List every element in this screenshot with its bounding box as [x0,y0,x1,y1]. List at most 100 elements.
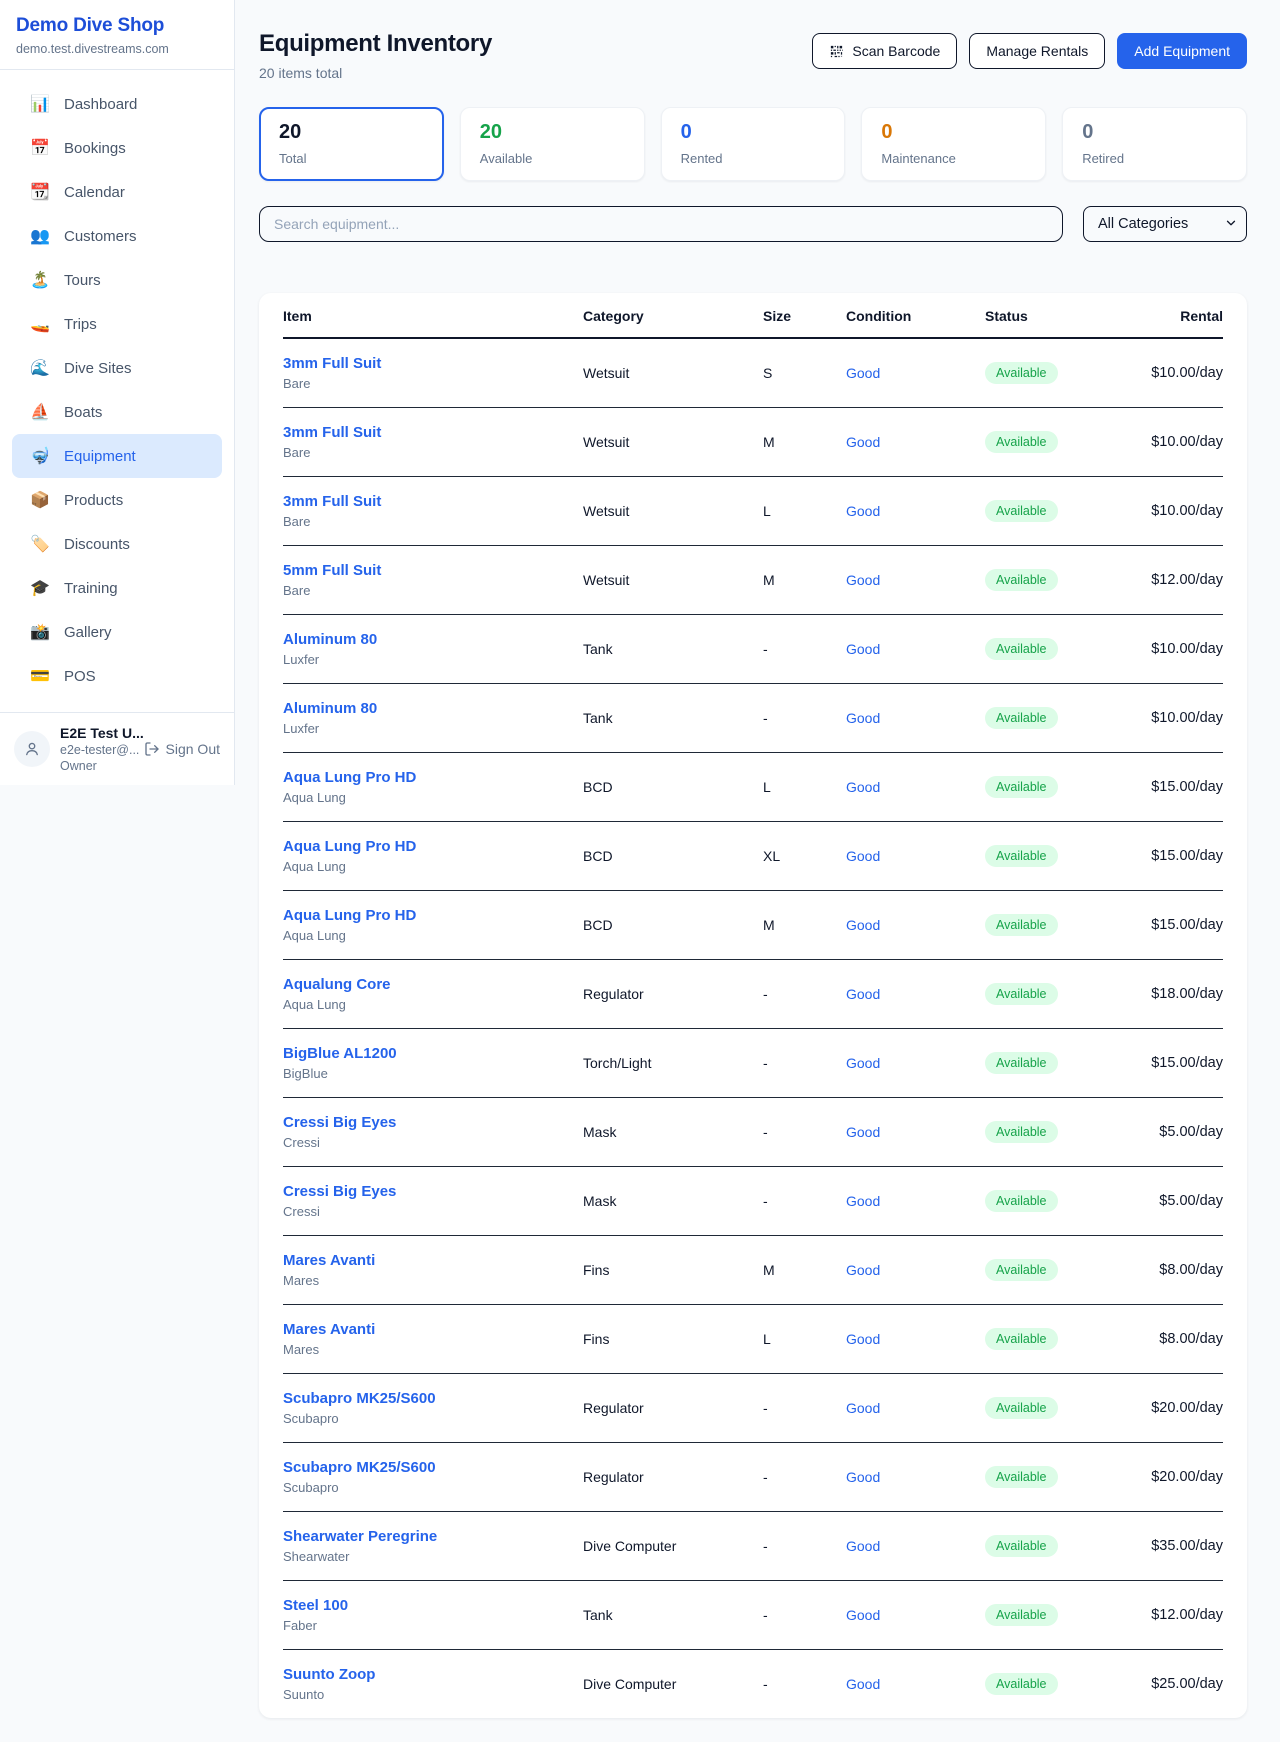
item-condition-link[interactable]: Good [846,848,880,864]
item-condition-link[interactable]: Good [846,1607,880,1623]
item-name-link[interactable]: Aqua Lung Pro HD [283,769,583,786]
item-condition-link[interactable]: Good [846,1400,880,1416]
item-name-link[interactable]: Scubapro MK25/S600 [283,1459,583,1476]
item-condition-link[interactable]: Good [846,434,880,450]
sidebar-item-pos[interactable]: 💳 POS [12,654,222,698]
sidebar-item-equipment[interactable]: 🤿 Equipment [12,434,222,478]
item-name-link[interactable]: BigBlue AL1200 [283,1045,583,1062]
item-brand: Bare [283,445,583,460]
item-name-link[interactable]: 3mm Full Suit [283,355,583,372]
item-name-link[interactable]: Aqua Lung Pro HD [283,907,583,924]
sign-out-button[interactable]: Sign Out [144,741,220,757]
sidebar-item-products[interactable]: 📦 Products [12,478,222,522]
shop-domain: demo.test.divestreams.com [16,42,218,56]
item-name-link[interactable]: Steel 100 [283,1597,583,1614]
manage-rentals-label: Manage Rentals [986,43,1088,59]
item-condition-link[interactable]: Good [846,1055,880,1071]
table-row: 3mm Full Suit Bare Wetsuit M Good Availa… [283,408,1223,477]
item-name-link[interactable]: 3mm Full Suit [283,493,583,510]
table-row: Aqua Lung Pro HD Aqua Lung BCD L Good Av… [283,753,1223,822]
category-select[interactable]: All Categories [1083,206,1247,242]
item-name-link[interactable]: Aqualung Core [283,976,583,993]
item-name-link[interactable]: 3mm Full Suit [283,424,583,441]
item-condition-link[interactable]: Good [846,1676,880,1692]
sidebar-item-label: Gallery [64,624,112,641]
item-name-link[interactable]: Cressi Big Eyes [283,1183,583,1200]
stat-card-rented[interactable]: 0 Rented [661,107,846,181]
item-condition-link[interactable]: Good [846,365,880,381]
item-condition-link[interactable]: Good [846,641,880,657]
col-header-status: Status [985,308,1135,324]
item-condition-link[interactable]: Good [846,503,880,519]
item-condition-link[interactable]: Good [846,1124,880,1140]
bookings-calendar-icon: 📅 [30,138,50,158]
status-badge: Available [985,569,1058,591]
item-name-link[interactable]: Shearwater Peregrine [283,1528,583,1545]
dashboard-chart-icon: 📊 [30,94,50,114]
item-name-link[interactable]: Aluminum 80 [283,700,583,717]
sidebar-item-discounts[interactable]: 🏷️ Discounts [12,522,222,566]
item-condition-link[interactable]: Good [846,986,880,1002]
item-rental-price: $15.00/day [1135,779,1223,795]
stat-card-available[interactable]: 20 Available [460,107,645,181]
table-row: Suunto Zoop Suunto Dive Computer - Good … [283,1650,1223,1718]
sidebar-item-label: Products [64,492,123,509]
table-row: 5mm Full Suit Bare Wetsuit M Good Availa… [283,546,1223,615]
item-brand: Bare [283,514,583,529]
stat-label: Total [279,151,424,166]
item-brand: Aqua Lung [283,997,583,1012]
item-name-link[interactable]: Mares Avanti [283,1321,583,1338]
item-condition-link[interactable]: Good [846,1262,880,1278]
stat-card-total[interactable]: 20 Total [259,107,444,181]
item-rental-price: $20.00/day [1135,1469,1223,1485]
item-size: M [763,572,846,588]
item-condition-link[interactable]: Good [846,1193,880,1209]
item-category: Tank [583,1607,763,1623]
sidebar-item-tours[interactable]: 🏝️ Tours [12,258,222,302]
stat-card-maintenance[interactable]: 0 Maintenance [861,107,1046,181]
item-name-link[interactable]: Mares Avanti [283,1252,583,1269]
search-input[interactable] [259,206,1063,242]
item-size: L [763,503,846,519]
item-size: M [763,1262,846,1278]
item-name-link[interactable]: Aqua Lung Pro HD [283,838,583,855]
stat-value: 20 [480,121,625,144]
equipment-table: Item Category Size Condition Status Rent… [259,293,1247,1718]
item-condition-link[interactable]: Good [846,779,880,795]
item-category: Mask [583,1193,763,1209]
add-equipment-button[interactable]: Add Equipment [1117,33,1247,69]
item-brand: Cressi [283,1204,583,1219]
sidebar-item-training[interactable]: 🎓 Training [12,566,222,610]
item-size: L [763,1331,846,1347]
sidebar-item-bookings[interactable]: 📅 Bookings [12,126,222,170]
dive-sites-wave-icon: 🌊 [30,358,50,378]
scan-barcode-button[interactable]: Scan Barcode [812,33,957,69]
table-row: Mares Avanti Mares Fins L Good Available… [283,1305,1223,1374]
sidebar-item-trips[interactable]: 🚤 Trips [12,302,222,346]
item-name-link[interactable]: Suunto Zoop [283,1666,583,1683]
item-condition-link[interactable]: Good [846,1331,880,1347]
sidebar-item-boats[interactable]: ⛵ Boats [12,390,222,434]
item-name-link[interactable]: 5mm Full Suit [283,562,583,579]
equipment-dive-mask-icon: 🤿 [30,446,50,466]
item-size: - [763,1055,846,1071]
table-row: Aluminum 80 Luxfer Tank - Good Available… [283,684,1223,753]
item-name-link[interactable]: Aluminum 80 [283,631,583,648]
item-name-link[interactable]: Cressi Big Eyes [283,1114,583,1131]
table-row: 3mm Full Suit Bare Wetsuit L Good Availa… [283,477,1223,546]
manage-rentals-button[interactable]: Manage Rentals [969,33,1105,69]
sidebar-item-customers[interactable]: 👥 Customers [12,214,222,258]
item-condition-link[interactable]: Good [846,917,880,933]
stat-card-retired[interactable]: 0 Retired [1062,107,1247,181]
sidebar-item-dashboard[interactable]: 📊 Dashboard [12,82,222,126]
item-condition-link[interactable]: Good [846,1469,880,1485]
boats-sailboat-icon: ⛵ [30,402,50,422]
item-condition-link[interactable]: Good [846,710,880,726]
item-condition-link[interactable]: Good [846,572,880,588]
sidebar-item-calendar[interactable]: 📆 Calendar [12,170,222,214]
item-condition-link[interactable]: Good [846,1538,880,1554]
sidebar-item-gallery[interactable]: 📸 Gallery [12,610,222,654]
sidebar-user-section: E2E Test U... e2e-tester@... Owner Sign … [0,712,234,785]
sidebar-item-dive-sites[interactable]: 🌊 Dive Sites [12,346,222,390]
item-name-link[interactable]: Scubapro MK25/S600 [283,1390,583,1407]
